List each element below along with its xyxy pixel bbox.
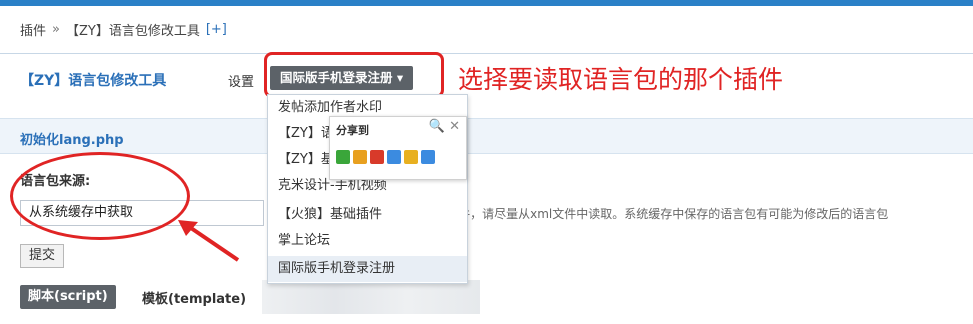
breadcrumb-add-link[interactable]: [+] — [206, 22, 227, 37]
wechat-share-icon[interactable] — [336, 150, 350, 164]
tieba-share-icon[interactable] — [387, 150, 401, 164]
tab-script[interactable]: 脚本(script) — [20, 285, 116, 309]
breadcrumb: 插件 » 【ZY】语言包修改工具 [+] — [0, 6, 973, 54]
blurred-region — [262, 280, 480, 314]
annotation-arrow-icon — [178, 220, 240, 262]
share-popup-title: 分享到 — [336, 124, 369, 137]
submit-button[interactable]: 提交 — [20, 244, 65, 268]
share-popup-tools[interactable]: 🔍 ✕ — [429, 119, 460, 134]
breadcrumb-current[interactable]: 【ZY】语言包修改工具 — [66, 20, 200, 39]
annotation-callout-text: 选择要读取语言包的那个插件 — [458, 65, 784, 94]
section-title: 初始化lang.php — [20, 133, 124, 148]
settings-link[interactable]: 设置 — [228, 71, 254, 90]
qzone-share-icon[interactable] — [404, 150, 418, 164]
dropdown-item[interactable]: 掌上论坛 — [268, 228, 467, 254]
share-popup: 分享到 🔍 ✕ — [329, 116, 467, 180]
qq-share-icon[interactable] — [353, 150, 367, 164]
dropdown-item[interactable]: 【火狼】基础插件 — [268, 202, 467, 228]
annotation-ellipse — [10, 152, 190, 240]
tab-template[interactable]: 模板(template) — [142, 288, 246, 307]
share-icon-row — [336, 150, 435, 164]
page: 插件 » 【ZY】语言包修改工具 [+] 【ZY】语言包修改工具 设置 国际版手… — [0, 0, 973, 324]
weibo-share-icon[interactable] — [370, 150, 384, 164]
breadcrumb-plugins-link[interactable]: 插件 — [20, 20, 46, 39]
more-share-icon[interactable] — [421, 150, 435, 164]
annotation-highlight-box — [264, 52, 444, 98]
dropdown-item-selected[interactable]: 国际版手机登录注册 — [268, 256, 467, 282]
breadcrumb-separator: » — [52, 22, 60, 37]
section-header: 初始化lang.php — [0, 118, 973, 154]
plugin-title[interactable]: 【ZY】语言包修改工具 — [20, 70, 166, 90]
